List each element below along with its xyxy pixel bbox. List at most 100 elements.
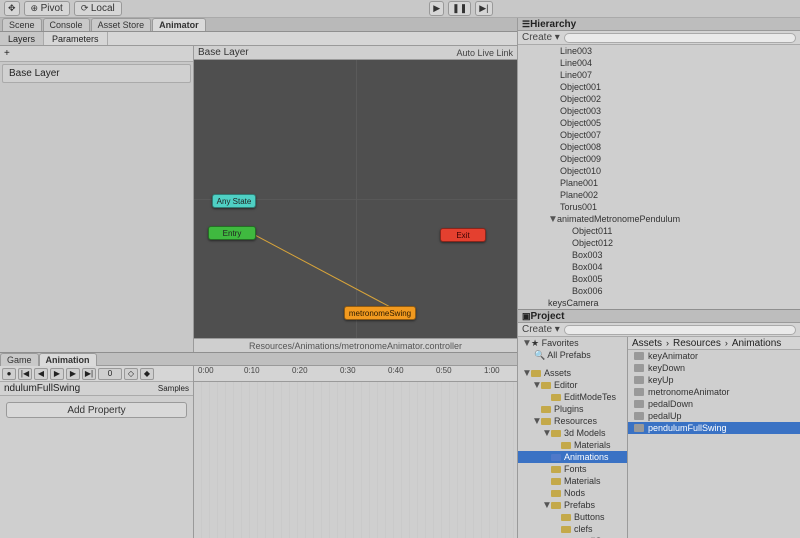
- animator-tab-parameters[interactable]: Parameters: [44, 32, 108, 45]
- step-button[interactable]: ▶|: [475, 1, 492, 16]
- project-folder[interactable]: Plugins: [518, 403, 627, 415]
- tab-console[interactable]: Console: [43, 18, 90, 31]
- project-file[interactable]: keyDown: [628, 362, 800, 374]
- project-folder-selected[interactable]: Animations: [518, 451, 627, 463]
- layer-base[interactable]: Base Layer: [2, 64, 191, 83]
- hierarchy-item[interactable]: Object009: [518, 153, 800, 165]
- project-file-list[interactable]: keyAnimatorkeyDownkeyUpmetronomeAnimator…: [628, 350, 800, 538]
- timeline-ruler[interactable]: 0:00 0:10 0:20 0:30 0:40 0:50 1:00: [194, 366, 517, 382]
- anim-prevkey-icon[interactable]: ◀: [34, 368, 48, 380]
- project-folder[interactable]: Buttons: [518, 511, 627, 523]
- animation-timeline[interactable]: 0:00 0:10 0:20 0:30 0:40 0:50 1:00: [194, 366, 517, 538]
- project-folder[interactable]: Materials: [518, 475, 627, 487]
- hierarchy-item[interactable]: Object003: [518, 105, 800, 117]
- project-folder[interactable]: EditModeTes: [518, 391, 627, 403]
- animation-clip-selector[interactable]: ndulumFullSwing Samples: [0, 382, 193, 396]
- project-file[interactable]: metronomeAnimator: [628, 386, 800, 398]
- project-folder[interactable]: clefs: [518, 523, 627, 535]
- hierarchy-body[interactable]: Line003Line004Line007Object001Object002O…: [518, 45, 800, 309]
- node-entry[interactable]: Entry: [208, 226, 256, 240]
- animator-breadcrumb[interactable]: Base Layer: [198, 47, 249, 58]
- anim-record-icon[interactable]: ●: [2, 368, 16, 380]
- animation-controls: ● |◀ ◀ ▶ ▶ ▶| 0 ◇ ◆: [0, 366, 193, 382]
- hierarchy-item[interactable]: Line003: [518, 45, 800, 57]
- tick: 0:30: [340, 366, 356, 375]
- hierarchy-item[interactable]: Object001: [518, 81, 800, 93]
- hierarchy-item[interactable]: Box006: [518, 285, 800, 297]
- hierarchy-item[interactable]: Object002: [518, 93, 800, 105]
- anim-last-icon[interactable]: ▶|: [82, 368, 96, 380]
- pivot-toggle[interactable]: ⊕ Pivot: [24, 1, 70, 16]
- anim-addkey-icon[interactable]: ◇: [124, 368, 138, 380]
- hierarchy-item[interactable]: Line004: [518, 57, 800, 69]
- hierarchy-item[interactable]: Plane002: [518, 189, 800, 201]
- anim-play-icon[interactable]: ▶: [50, 368, 64, 380]
- project-folder[interactable]: ▼Assets: [518, 367, 627, 379]
- hierarchy-item[interactable]: Plane001: [518, 177, 800, 189]
- anim-addevent-icon[interactable]: ◆: [140, 368, 154, 380]
- dopesheet-area[interactable]: [194, 382, 517, 538]
- breadcrumb-seg[interactable]: Resources: [673, 338, 721, 349]
- project-folder[interactable]: Fonts: [518, 463, 627, 475]
- project-folder[interactable]: ▼Resources: [518, 415, 627, 427]
- project-folder-tree[interactable]: ▼★ Favorites🔍 All Prefabs ▼Assets▼EditorE…: [518, 337, 628, 538]
- tab-animator[interactable]: Animator: [152, 18, 206, 31]
- auto-live-link-toggle[interactable]: Auto Live Link: [456, 48, 513, 58]
- file-icon: [634, 364, 644, 372]
- node-any-state[interactable]: Any State: [212, 194, 256, 208]
- transition-edge[interactable]: [252, 233, 394, 309]
- tab-scene[interactable]: Scene: [2, 18, 42, 31]
- tab-animation[interactable]: Animation: [39, 353, 97, 366]
- animator-breadcrumb-bar: Base Layer Auto Live Link: [194, 46, 517, 60]
- tick: 0:20: [292, 366, 308, 375]
- anim-nextkey-icon[interactable]: ▶: [66, 368, 80, 380]
- tab-asset-store[interactable]: Asset Store: [91, 18, 152, 31]
- hierarchy-item[interactable]: Object011: [518, 225, 800, 237]
- hierarchy-item[interactable]: Object010: [518, 165, 800, 177]
- project-breadcrumb[interactable]: Assets › Resources › Animations: [628, 337, 800, 350]
- project-file[interactable]: pedalUp: [628, 410, 800, 422]
- anim-frame-field[interactable]: 0: [98, 368, 122, 380]
- tab-game[interactable]: Game: [0, 353, 39, 366]
- tool-hand-icon[interactable]: ✥: [4, 1, 20, 16]
- project-folder[interactable]: ▼Prefabs: [518, 499, 627, 511]
- project-file[interactable]: keyAnimator: [628, 350, 800, 362]
- project-favorite-item[interactable]: 🔍 All Prefabs: [518, 349, 627, 361]
- hierarchy-item-parent[interactable]: ▼animatedMetronomePendulum: [518, 213, 800, 225]
- pause-button[interactable]: ❚❚: [448, 1, 471, 16]
- hierarchy-create-dropdown[interactable]: Create ▾: [522, 32, 560, 43]
- project-title: ▣ Project: [518, 310, 800, 323]
- hierarchy-item[interactable]: Box005: [518, 273, 800, 285]
- project-create-dropdown[interactable]: Create ▾: [522, 324, 560, 335]
- project-file-selected[interactable]: pendulumFullSwing: [628, 422, 800, 434]
- project-folder[interactable]: Nods: [518, 487, 627, 499]
- layers-plus-icon[interactable]: +: [4, 48, 10, 59]
- hierarchy-item[interactable]: Object008: [518, 141, 800, 153]
- add-property-button[interactable]: Add Property: [6, 402, 187, 418]
- project-favorites[interactable]: ▼★ Favorites: [518, 337, 627, 349]
- hierarchy-item[interactable]: Box004: [518, 261, 800, 273]
- breadcrumb-seg[interactable]: Animations: [732, 338, 781, 349]
- breadcrumb-seg[interactable]: Assets: [632, 338, 662, 349]
- animator-graph-canvas[interactable]: Any State Entry metronomeSwing Exit: [194, 60, 517, 338]
- hierarchy-item[interactable]: Object005: [518, 117, 800, 129]
- play-button[interactable]: ▶: [429, 1, 444, 16]
- project-file[interactable]: pedalDown: [628, 398, 800, 410]
- project-search-input[interactable]: [564, 325, 796, 335]
- node-default-state[interactable]: metronomeSwing: [344, 306, 416, 320]
- hierarchy-search-input[interactable]: [564, 33, 796, 43]
- project-folder[interactable]: Materials: [518, 439, 627, 451]
- project-file[interactable]: keyUp: [628, 374, 800, 386]
- hierarchy-item[interactable]: Object012: [518, 237, 800, 249]
- project-folder[interactable]: ▼Editor: [518, 379, 627, 391]
- hierarchy-item[interactable]: Torus001: [518, 201, 800, 213]
- local-toggle[interactable]: ⟳ Local: [74, 1, 122, 16]
- animator-tab-layers[interactable]: Layers: [0, 32, 44, 45]
- project-folder[interactable]: ▼3d Models: [518, 427, 627, 439]
- anim-first-icon[interactable]: |◀: [18, 368, 32, 380]
- hierarchy-item[interactable]: Object007: [518, 129, 800, 141]
- hierarchy-item[interactable]: Line007: [518, 69, 800, 81]
- node-exit[interactable]: Exit: [440, 228, 486, 242]
- hierarchy-item[interactable]: keysCamera: [518, 297, 800, 309]
- hierarchy-item[interactable]: Box003: [518, 249, 800, 261]
